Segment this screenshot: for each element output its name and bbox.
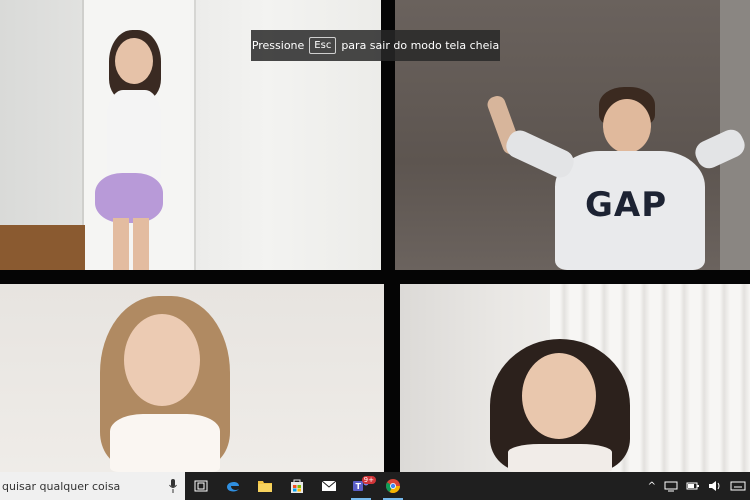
participant-2: GAP <box>485 85 749 270</box>
chrome-icon[interactable] <box>377 472 409 500</box>
microphone-icon[interactable] <box>169 479 177 493</box>
chevron-up-icon[interactable]: ^ <box>648 481 656 492</box>
system-tray: ^ <box>648 472 746 500</box>
file-explorer-icon[interactable] <box>249 472 281 500</box>
shirt-logo: GAP <box>585 185 668 225</box>
edge-icon[interactable] <box>217 472 249 500</box>
participant-3 <box>80 296 250 472</box>
teams-badge: 9+ <box>361 476 376 484</box>
keyboard-icon[interactable] <box>730 481 746 491</box>
toast-suffix: para sair do modo tela cheia <box>341 39 500 52</box>
teams-icon[interactable]: T 9+ <box>345 472 377 500</box>
windows-taskbar: quisar qualquer coisa T 9+ ^ <box>0 472 750 500</box>
task-view-icon[interactable] <box>185 472 217 500</box>
store-icon[interactable] <box>281 472 313 500</box>
video-grid: GAP <box>0 0 750 472</box>
network-icon[interactable] <box>664 480 678 492</box>
svg-text:T: T <box>356 482 362 491</box>
esc-key-label: Esc <box>309 37 337 54</box>
toast-prefix: Pressione <box>251 39 305 52</box>
participant-1 <box>95 28 175 270</box>
participant-4 <box>490 339 630 472</box>
battery-icon[interactable] <box>686 481 700 491</box>
taskbar-search-box[interactable]: quisar qualquer coisa <box>0 472 185 500</box>
video-tile-4[interactable] <box>400 284 750 472</box>
video-tile-3[interactable] <box>0 284 384 472</box>
volume-icon[interactable] <box>708 480 722 492</box>
search-placeholder: quisar qualquer coisa <box>2 479 121 493</box>
mail-icon[interactable] <box>313 472 345 500</box>
fullscreen-exit-toast: Pressione Esc para sair do modo tela che… <box>251 30 500 61</box>
wood-floor <box>0 225 85 270</box>
